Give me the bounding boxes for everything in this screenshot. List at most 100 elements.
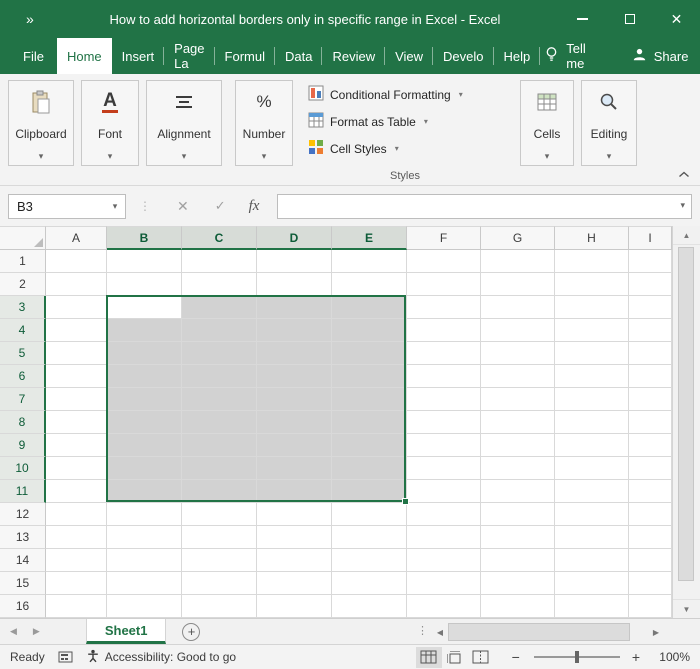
cell-B16[interactable] [107,595,182,618]
cell-C16[interactable] [182,595,257,618]
cell-E10[interactable] [332,457,407,480]
cell-F15[interactable] [407,572,481,595]
accessibility-status[interactable]: Accessibility: Good to go [86,649,236,666]
cancel-entry-icon[interactable]: ✕ [177,198,189,215]
cell-I6[interactable] [629,365,672,388]
cell-F4[interactable] [407,319,481,342]
cell-B8[interactable] [107,411,182,434]
cell-H5[interactable] [555,342,629,365]
name-box-dropdown-icon[interactable]: ▾ [105,201,125,212]
row-header-10[interactable]: 10 [0,457,46,480]
cell-E13[interactable] [332,526,407,549]
cell-I7[interactable] [629,388,672,411]
tab-file[interactable]: File [10,38,57,74]
format-as-table-button[interactable]: Format as Table ▾ [306,108,504,135]
cell-F5[interactable] [407,342,481,365]
row-header-16[interactable]: 16 [0,595,46,618]
cell-F16[interactable] [407,595,481,618]
cell-C14[interactable] [182,549,257,572]
row-header-8[interactable]: 8 [0,411,46,434]
row-header-6[interactable]: 6 [0,365,46,388]
cell-G12[interactable] [481,503,555,526]
cell-H12[interactable] [555,503,629,526]
cell-H1[interactable] [555,250,629,273]
cell-B15[interactable] [107,572,182,595]
cell-G7[interactable] [481,388,555,411]
row-header-14[interactable]: 14 [0,549,46,572]
cell-G13[interactable] [481,526,555,549]
cell-A3[interactable] [46,296,107,319]
cell-E12[interactable] [332,503,407,526]
quick-access-overflow-icon[interactable]: » [26,11,35,27]
cell-H7[interactable] [555,388,629,411]
cell-F14[interactable] [407,549,481,572]
cell-D8[interactable] [257,411,332,434]
cell-H6[interactable] [555,365,629,388]
cell-E8[interactable] [332,411,407,434]
cell-D16[interactable] [257,595,332,618]
minimize-button[interactable] [559,0,606,38]
cell-D11[interactable] [257,480,332,503]
horizontal-scrollbar[interactable]: ◀ ▶ [432,623,664,641]
cell-I12[interactable] [629,503,672,526]
tab-page-layout[interactable]: Page La [164,38,215,74]
cell-D4[interactable] [257,319,332,342]
cell-D5[interactable] [257,342,332,365]
tab-splitter-icon[interactable]: ⋮ [417,624,428,637]
cell-G15[interactable] [481,572,555,595]
cell-A15[interactable] [46,572,107,595]
cell-F9[interactable] [407,434,481,457]
cell-B7[interactable] [107,388,182,411]
select-all-corner[interactable] [0,226,46,250]
cell-H10[interactable] [555,457,629,480]
row-header-3[interactable]: 3 [0,296,46,319]
vertical-scrollbar-thumb[interactable] [678,247,694,581]
cell-B2[interactable] [107,273,182,296]
cell-C13[interactable] [182,526,257,549]
cell-C1[interactable] [182,250,257,273]
cell-H4[interactable] [555,319,629,342]
tab-help[interactable]: Help [494,38,541,74]
cell-F11[interactable] [407,480,481,503]
horizontal-scrollbar-track[interactable] [448,623,648,641]
tab-insert[interactable]: Insert [112,38,165,74]
column-header-B[interactable]: B [107,226,182,250]
cell-F2[interactable] [407,273,481,296]
cell-E4[interactable] [332,319,407,342]
row-header-15[interactable]: 15 [0,572,46,595]
collapse-ribbon-button[interactable] [678,171,690,178]
cell-D6[interactable] [257,365,332,388]
cell-D2[interactable] [257,273,332,296]
number-group-button[interactable]: % Number ▾ [235,80,293,166]
macro-record-icon[interactable] [58,651,73,663]
cell-H14[interactable] [555,549,629,572]
cell-B11[interactable] [107,480,182,503]
cell-E3[interactable] [332,296,407,319]
cell-C15[interactable] [182,572,257,595]
vertical-scrollbar[interactable]: ▲ ▼ [672,226,700,618]
column-header-H[interactable]: H [555,226,629,250]
cell-B1[interactable] [107,250,182,273]
cell-I15[interactable] [629,572,672,595]
cell-C10[interactable] [182,457,257,480]
cell-I10[interactable] [629,457,672,480]
alignment-group-button[interactable]: Alignment ▾ [146,80,222,166]
cells-group-button[interactable]: Cells ▾ [520,80,574,166]
cell-C2[interactable] [182,273,257,296]
zoom-out-button[interactable]: − [512,649,520,665]
cell-C5[interactable] [182,342,257,365]
tab-formulas[interactable]: Formul [215,38,276,74]
cell-D1[interactable] [257,250,332,273]
cell-H9[interactable] [555,434,629,457]
cell-C7[interactable] [182,388,257,411]
cell-D10[interactable] [257,457,332,480]
tab-data[interactable]: Data [275,38,323,74]
cell-E2[interactable] [332,273,407,296]
cell-H8[interactable] [555,411,629,434]
page-break-preview-button[interactable] [468,647,494,668]
cell-D3[interactable] [257,296,332,319]
tell-me-button[interactable]: Tell me [540,38,590,74]
cell-D14[interactable] [257,549,332,572]
cell-E11[interactable] [332,480,407,503]
cell-G9[interactable] [481,434,555,457]
